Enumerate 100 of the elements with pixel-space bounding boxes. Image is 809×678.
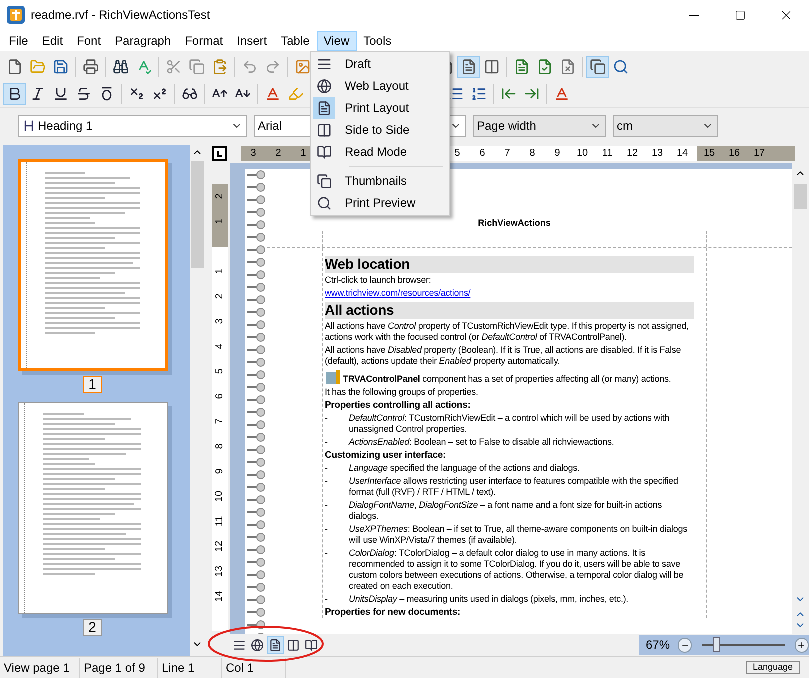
ruler-label: 13 bbox=[214, 566, 226, 578]
pages-icon bbox=[590, 59, 606, 75]
scissors-icon bbox=[166, 59, 182, 75]
menu-item[interactable]: Paragraph bbox=[108, 30, 178, 50]
folder-icon bbox=[30, 59, 46, 75]
new-file-icon bbox=[6, 59, 22, 75]
units-dropdown[interactable]: cm bbox=[613, 114, 718, 136]
menu-item[interactable]: File bbox=[2, 30, 36, 50]
page-icon bbox=[316, 100, 332, 116]
zoom-out-button[interactable] bbox=[678, 638, 692, 652]
combo-value: Arial bbox=[258, 118, 282, 134]
menu-entry-label: Read Mode bbox=[345, 144, 408, 161]
list-marker: - bbox=[325, 524, 329, 536]
zoom-slider[interactable] bbox=[700, 638, 787, 652]
scrollbar-thumb[interactable] bbox=[794, 184, 807, 209]
menu-entry-label: Web Layout bbox=[345, 78, 409, 95]
menu-entry[interactable]: Print Layout bbox=[311, 97, 449, 119]
menu-entry[interactable]: Print Preview bbox=[311, 192, 449, 214]
list-item-text: ColorDialog: TColorDialog – a default color dialog to use in many actions. It is recommended to assign it to some TColorDialog. If you do it, users will be able to save custom colors between executions of actions. Otherwise, a temporal color dialog will be created on each execution. bbox=[349, 548, 685, 592]
zoom-mode-dropdown[interactable]: Page width bbox=[473, 114, 606, 136]
minimize-icon bbox=[689, 14, 699, 16]
menu-entry[interactable]: Side to Side bbox=[311, 119, 449, 141]
ruler-label: 4 bbox=[214, 344, 226, 350]
status-text: View page 1 bbox=[0, 658, 80, 678]
ruler-label: 15 bbox=[702, 146, 716, 160]
ruler-label: 1 bbox=[214, 218, 226, 224]
menu-entry[interactable]: Thumbnails bbox=[311, 170, 449, 192]
menu-item[interactable]: Table bbox=[274, 30, 317, 50]
binoculars-icon bbox=[112, 59, 128, 75]
list-marker: - bbox=[325, 436, 329, 448]
language-button[interactable]: Language bbox=[746, 661, 800, 674]
globe-icon bbox=[251, 638, 264, 652]
paragraph: All actions have Disabled property (Boolean). If it is True, all actions are disabled. If it is False (default), actions update their Enabled property automatically. bbox=[325, 344, 682, 366]
ruler-label: 14 bbox=[214, 590, 226, 602]
menu-item[interactable]: Tools bbox=[356, 30, 399, 50]
ruler-label: 2 bbox=[274, 146, 282, 160]
two-pages-icon bbox=[484, 59, 500, 75]
magnifier-icon bbox=[316, 196, 332, 210]
page-number: 2 bbox=[82, 619, 102, 636]
page-number: 1 bbox=[82, 376, 102, 393]
scrollbar-thumb[interactable] bbox=[191, 161, 204, 268]
web-link[interactable]: www.trichview.com/resources/actions/ bbox=[325, 288, 471, 298]
section-heading: Web location bbox=[325, 256, 694, 272]
outdent-icon bbox=[500, 86, 516, 102]
menu-entry-label: Draft bbox=[345, 56, 372, 73]
status-text: Col 1 bbox=[222, 658, 286, 678]
border-color-icon bbox=[554, 86, 570, 102]
ruler-label: 2 bbox=[214, 294, 226, 300]
zoom-in-button[interactable] bbox=[794, 638, 809, 652]
menu-entry[interactable]: Read Mode bbox=[311, 141, 449, 163]
ruler-label: 11 bbox=[601, 146, 614, 160]
lines-icon bbox=[316, 56, 332, 72]
two-pages-icon bbox=[287, 638, 300, 652]
page-icon bbox=[460, 59, 476, 75]
ruler-label: 8 bbox=[528, 146, 536, 160]
menu-item[interactable]: Format bbox=[178, 30, 230, 50]
menu-entry-label: Side to Side bbox=[345, 122, 410, 139]
subscript-icon bbox=[128, 86, 144, 102]
menu-entry[interactable]: Draft bbox=[311, 53, 449, 75]
ruler-label: 5 bbox=[454, 146, 462, 160]
tab-stop-icon[interactable] bbox=[212, 146, 227, 160]
plus-icon bbox=[797, 640, 806, 650]
status-text: Page 1 of 9 bbox=[80, 658, 158, 678]
list-marker: - bbox=[325, 594, 329, 604]
subheading: Properties controlling all actions: bbox=[325, 400, 472, 410]
superscript-icon bbox=[152, 86, 168, 102]
maximize-icon bbox=[734, 10, 746, 20]
section-heading: All actions bbox=[325, 302, 694, 318]
component-icon bbox=[325, 368, 341, 384]
ruler-label: 1 bbox=[300, 146, 308, 160]
list-item-text: ActionsEnabled: Boolean – set to False to disable all richviewactions. bbox=[349, 436, 614, 448]
ruler-label: 12 bbox=[214, 540, 226, 552]
paragraph: Ctrl-click to launch browser: bbox=[325, 274, 432, 286]
ruler-label: 11 bbox=[214, 516, 226, 527]
two-pages-icon bbox=[316, 122, 332, 138]
combo-value: Heading 1 bbox=[38, 118, 93, 134]
menu-entry[interactable]: Web Layout bbox=[311, 75, 449, 97]
paste-icon bbox=[212, 59, 228, 75]
menu-item[interactable]: Insert bbox=[230, 30, 274, 50]
printer-icon bbox=[82, 59, 98, 75]
combo-value: cm bbox=[617, 118, 633, 134]
page-icon bbox=[514, 59, 530, 75]
list-marker: - bbox=[325, 500, 329, 512]
menu-item[interactable]: Font bbox=[70, 30, 108, 50]
ruler-label: 16 bbox=[728, 146, 742, 160]
font-color-icon bbox=[264, 86, 280, 102]
style-dropdown[interactable]: Heading 1 bbox=[18, 114, 247, 136]
toolbar-button[interactable] bbox=[3, 83, 26, 105]
view-mode-button[interactable] bbox=[267, 636, 284, 654]
numbering-icon bbox=[470, 86, 486, 102]
globe-icon bbox=[316, 78, 332, 94]
zoom-slider-thumb[interactable] bbox=[713, 637, 720, 652]
ruler-label: 7 bbox=[214, 418, 226, 424]
highlighter-icon bbox=[288, 86, 304, 102]
status-text: Line 1 bbox=[158, 658, 222, 678]
ruler-label: 10 bbox=[214, 490, 226, 502]
underline-icon bbox=[52, 86, 68, 102]
menu-item[interactable]: Edit bbox=[35, 30, 70, 50]
ruler-label: 7 bbox=[504, 146, 512, 160]
menu-item[interactable]: View bbox=[316, 30, 357, 50]
